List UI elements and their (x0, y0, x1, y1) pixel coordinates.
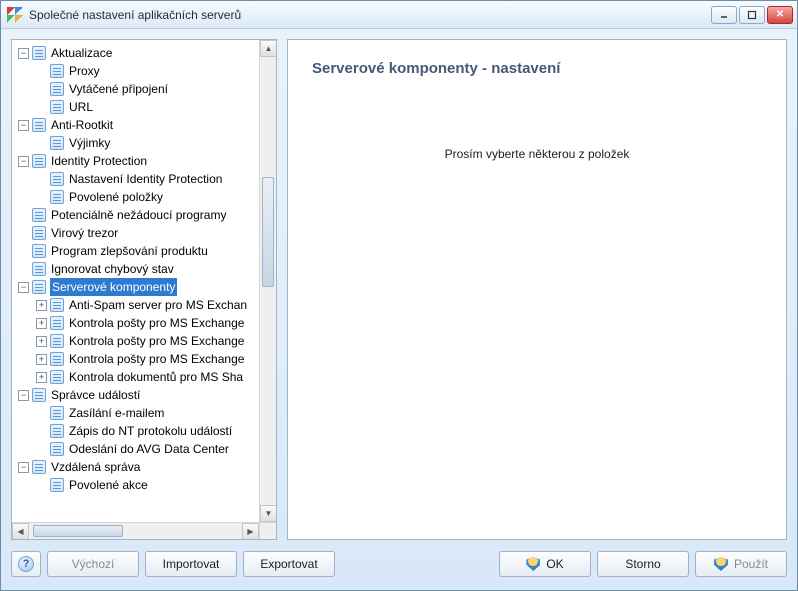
scroll-up-icon[interactable]: ▲ (260, 40, 276, 57)
collapse-icon[interactable]: − (18, 462, 29, 473)
item-icon (50, 352, 64, 366)
tree-item-pzp[interactable]: Program zlepšování produktu (18, 242, 276, 260)
tree-item-kontrola1[interactable]: +Kontrola pošty pro MS Exchange (36, 314, 276, 332)
tree-item-antispam[interactable]: +Anti-Spam server pro MS Exchan (36, 296, 276, 314)
minimize-button[interactable] (711, 6, 737, 24)
footer: ? Výchozí Importovat Exportovat OK Storn… (1, 546, 797, 590)
item-icon (50, 316, 64, 330)
expand-icon[interactable]: + (36, 318, 47, 329)
shield-icon (714, 557, 728, 571)
collapse-icon[interactable]: − (18, 48, 29, 59)
tree-item-proxy[interactable]: Proxy (36, 62, 276, 80)
tree-item-idp-nastaveni[interactable]: Nastavení Identity Protection (36, 170, 276, 188)
item-icon (50, 424, 64, 438)
vertical-scrollbar[interactable]: ▲ ▼ (259, 40, 276, 522)
scroll-corner (259, 522, 276, 539)
expand-icon[interactable]: + (36, 300, 47, 311)
item-icon (32, 208, 46, 222)
tree-scroll: − Aktualizace Proxy Vytáčené připojení U… (12, 40, 276, 539)
export-button[interactable]: Exportovat (243, 551, 335, 577)
expand-icon[interactable]: + (36, 336, 47, 347)
item-icon (50, 298, 64, 312)
folder-icon (32, 460, 46, 474)
folder-icon (32, 118, 46, 132)
item-icon (50, 172, 64, 186)
import-button[interactable]: Importovat (145, 551, 237, 577)
folder-icon (32, 154, 46, 168)
scroll-thumb[interactable] (262, 177, 274, 287)
item-icon (50, 136, 64, 150)
tree-item-idp-povolene[interactable]: Povolené položky (36, 188, 276, 206)
detail-message: Prosím vyberte některou z položek (312, 147, 762, 161)
detail-pane: Serverové komponenty - nastavení Prosím … (287, 39, 787, 540)
ok-button[interactable]: OK (499, 551, 591, 577)
tree-item-kontrola2[interactable]: +Kontrola pošty pro MS Exchange (36, 332, 276, 350)
tree-item-spravce[interactable]: −Správce událostí (18, 386, 276, 404)
tree-item-aktualizace[interactable]: − Aktualizace (18, 44, 276, 62)
item-icon (50, 334, 64, 348)
close-button[interactable]: ✕ (767, 6, 793, 24)
folder-icon (32, 280, 46, 294)
item-icon (50, 442, 64, 456)
tree-item-antirootkit[interactable]: −Anti-Rootkit (18, 116, 276, 134)
scroll-thumb[interactable] (33, 525, 123, 537)
item-icon (32, 244, 46, 258)
collapse-icon[interactable]: − (18, 120, 29, 131)
item-icon (50, 370, 64, 384)
maximize-button[interactable] (739, 6, 765, 24)
tree-item-trezor[interactable]: Virový trezor (18, 224, 276, 242)
collapse-icon[interactable]: − (18, 156, 29, 167)
tree-item-vyjimky[interactable]: Výjimky (36, 134, 276, 152)
tree-item-serverove[interactable]: −Serverové komponenty (18, 278, 276, 296)
tree-item-vytacene[interactable]: Vytáčené připojení (36, 80, 276, 98)
horizontal-scrollbar[interactable]: ◀ ▶ (12, 522, 259, 539)
detail-title: Serverové komponenty - nastavení (312, 60, 762, 77)
folder-icon (32, 46, 46, 60)
help-button[interactable]: ? (11, 551, 41, 577)
scroll-right-icon[interactable]: ▶ (242, 523, 259, 539)
content-area: − Aktualizace Proxy Vytáčené připojení U… (1, 29, 797, 546)
item-icon (50, 100, 64, 114)
tree-item-avg[interactable]: Odeslání do AVG Data Center (36, 440, 276, 458)
help-icon: ? (18, 556, 34, 572)
window-buttons: ✕ (711, 6, 793, 24)
app-icon (7, 7, 23, 23)
expand-icon[interactable]: + (36, 354, 47, 365)
folder-icon (32, 388, 46, 402)
titlebar: Společné nastavení aplikačních serverů ✕ (1, 1, 797, 29)
settings-window: Společné nastavení aplikačních serverů ✕… (0, 0, 798, 591)
item-icon (50, 82, 64, 96)
apply-button[interactable]: Použít (695, 551, 787, 577)
cancel-button[interactable]: Storno (597, 551, 689, 577)
tree-item-pup[interactable]: Potenciálně nežádoucí programy (18, 206, 276, 224)
shield-icon (526, 557, 540, 571)
tree-item-nt[interactable]: Zápis do NT protokolu událostí (36, 422, 276, 440)
tree-pane: − Aktualizace Proxy Vytáčené připojení U… (11, 39, 277, 540)
default-button[interactable]: Výchozí (47, 551, 139, 577)
window-title: Společné nastavení aplikačních serverů (29, 8, 711, 22)
tree-item-akce[interactable]: Povolené akce (36, 476, 276, 494)
collapse-icon[interactable]: − (18, 390, 29, 401)
settings-tree[interactable]: − Aktualizace Proxy Vytáčené připojení U… (12, 40, 276, 498)
item-icon (50, 190, 64, 204)
item-icon (32, 226, 46, 240)
tree-item-dokumenty[interactable]: +Kontrola dokumentů pro MS Sha (36, 368, 276, 386)
tree-item-idp[interactable]: −Identity Protection (18, 152, 276, 170)
scroll-left-icon[interactable]: ◀ (12, 523, 29, 539)
tree-item-url[interactable]: URL (36, 98, 276, 116)
scroll-down-icon[interactable]: ▼ (260, 505, 276, 522)
item-icon (50, 64, 64, 78)
item-icon (32, 262, 46, 276)
tree-item-email[interactable]: Zasílání e-mailem (36, 404, 276, 422)
tree-item-chybovy[interactable]: Ignorovat chybový stav (18, 260, 276, 278)
item-icon (50, 478, 64, 492)
expand-icon[interactable]: + (36, 372, 47, 383)
item-icon (50, 406, 64, 420)
collapse-icon[interactable]: − (18, 282, 29, 293)
tree-item-kontrola3[interactable]: +Kontrola pošty pro MS Exchange (36, 350, 276, 368)
tree-item-vzdalena[interactable]: −Vzdálená správa (18, 458, 276, 476)
